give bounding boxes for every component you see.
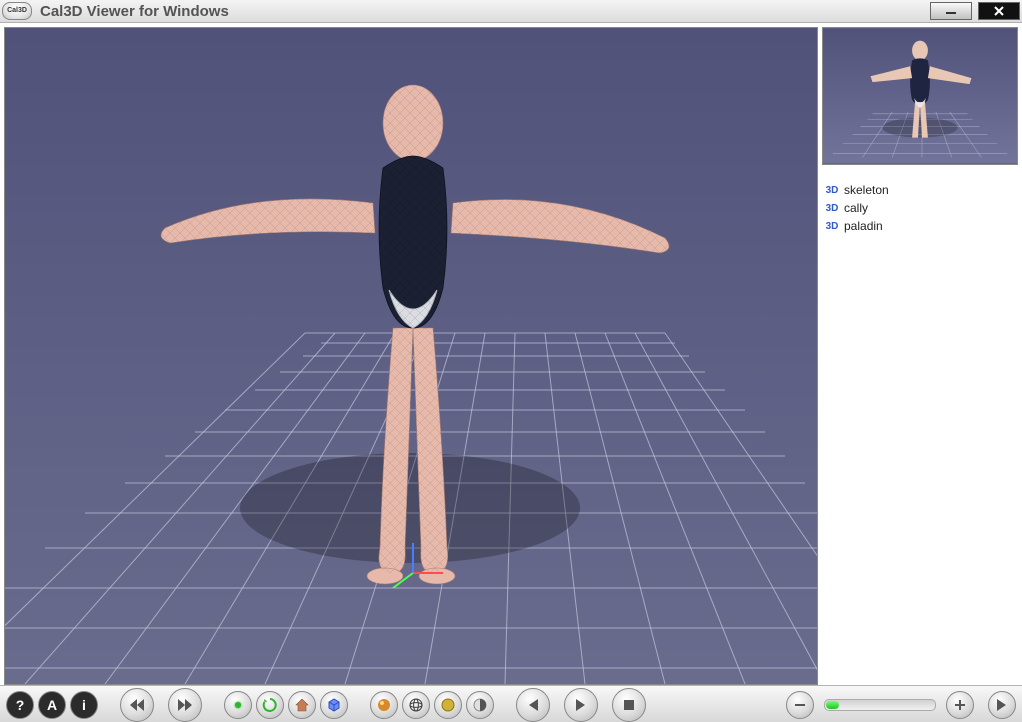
shadow-icon xyxy=(240,453,580,563)
step-back-button[interactable] xyxy=(516,688,550,722)
sidebar: 3D skeleton 3D cally 3D paladin xyxy=(820,23,1022,685)
home-button[interactable] xyxy=(288,691,316,719)
solid-view-button[interactable] xyxy=(320,691,348,719)
bottom-toolbar: ? A i xyxy=(0,685,1022,722)
wireframe-sphere-button[interactable] xyxy=(402,691,430,719)
model-item-label: paladin xyxy=(844,219,883,233)
3d-viewport[interactable] xyxy=(4,27,818,685)
zoom-in-button[interactable] xyxy=(946,691,974,719)
help-button[interactable]: ? xyxy=(6,691,34,719)
model-item-label: cally xyxy=(844,201,868,215)
record-button[interactable] xyxy=(224,691,252,719)
options-button[interactable] xyxy=(988,691,1016,719)
half-sphere-button[interactable] xyxy=(466,691,494,719)
window-title: Cal3D Viewer for Windows xyxy=(40,3,924,20)
shaded-sphere-button[interactable] xyxy=(370,691,398,719)
model-list: 3D skeleton 3D cally 3D paladin xyxy=(822,179,1018,683)
lod-slider[interactable] xyxy=(824,699,936,711)
play-button[interactable] xyxy=(564,688,598,722)
model-list-item[interactable]: 3D paladin xyxy=(824,217,1016,235)
model-list-item[interactable]: 3D skeleton xyxy=(824,181,1016,199)
info-button[interactable]: i xyxy=(70,691,98,719)
close-button[interactable] xyxy=(978,2,1020,20)
stop-button[interactable] xyxy=(612,688,646,722)
flat-sphere-button[interactable] xyxy=(434,691,462,719)
zoom-out-button[interactable] xyxy=(786,691,814,719)
fast-forward-button[interactable] xyxy=(168,688,202,722)
rewind-button[interactable] xyxy=(120,688,154,722)
model-3d-icon: 3D xyxy=(824,221,840,232)
minimize-button[interactable] xyxy=(930,2,972,20)
refresh-button[interactable] xyxy=(256,691,284,719)
content-area: 3D skeleton 3D cally 3D paladin xyxy=(0,23,1022,685)
viewport-scene xyxy=(5,28,817,684)
text-mode-button[interactable]: A xyxy=(38,691,66,719)
model-3d-icon: 3D xyxy=(824,203,840,214)
app-icon: Cal3D xyxy=(2,2,32,20)
lod-slider-fill xyxy=(826,701,839,709)
title-bar: Cal3D Cal3D Viewer for Windows xyxy=(0,0,1022,23)
model-list-item[interactable]: 3D cally xyxy=(824,199,1016,217)
model-thumbnail[interactable] xyxy=(822,27,1018,165)
model-item-label: skeleton xyxy=(844,183,889,197)
model-3d-icon: 3D xyxy=(824,185,840,196)
